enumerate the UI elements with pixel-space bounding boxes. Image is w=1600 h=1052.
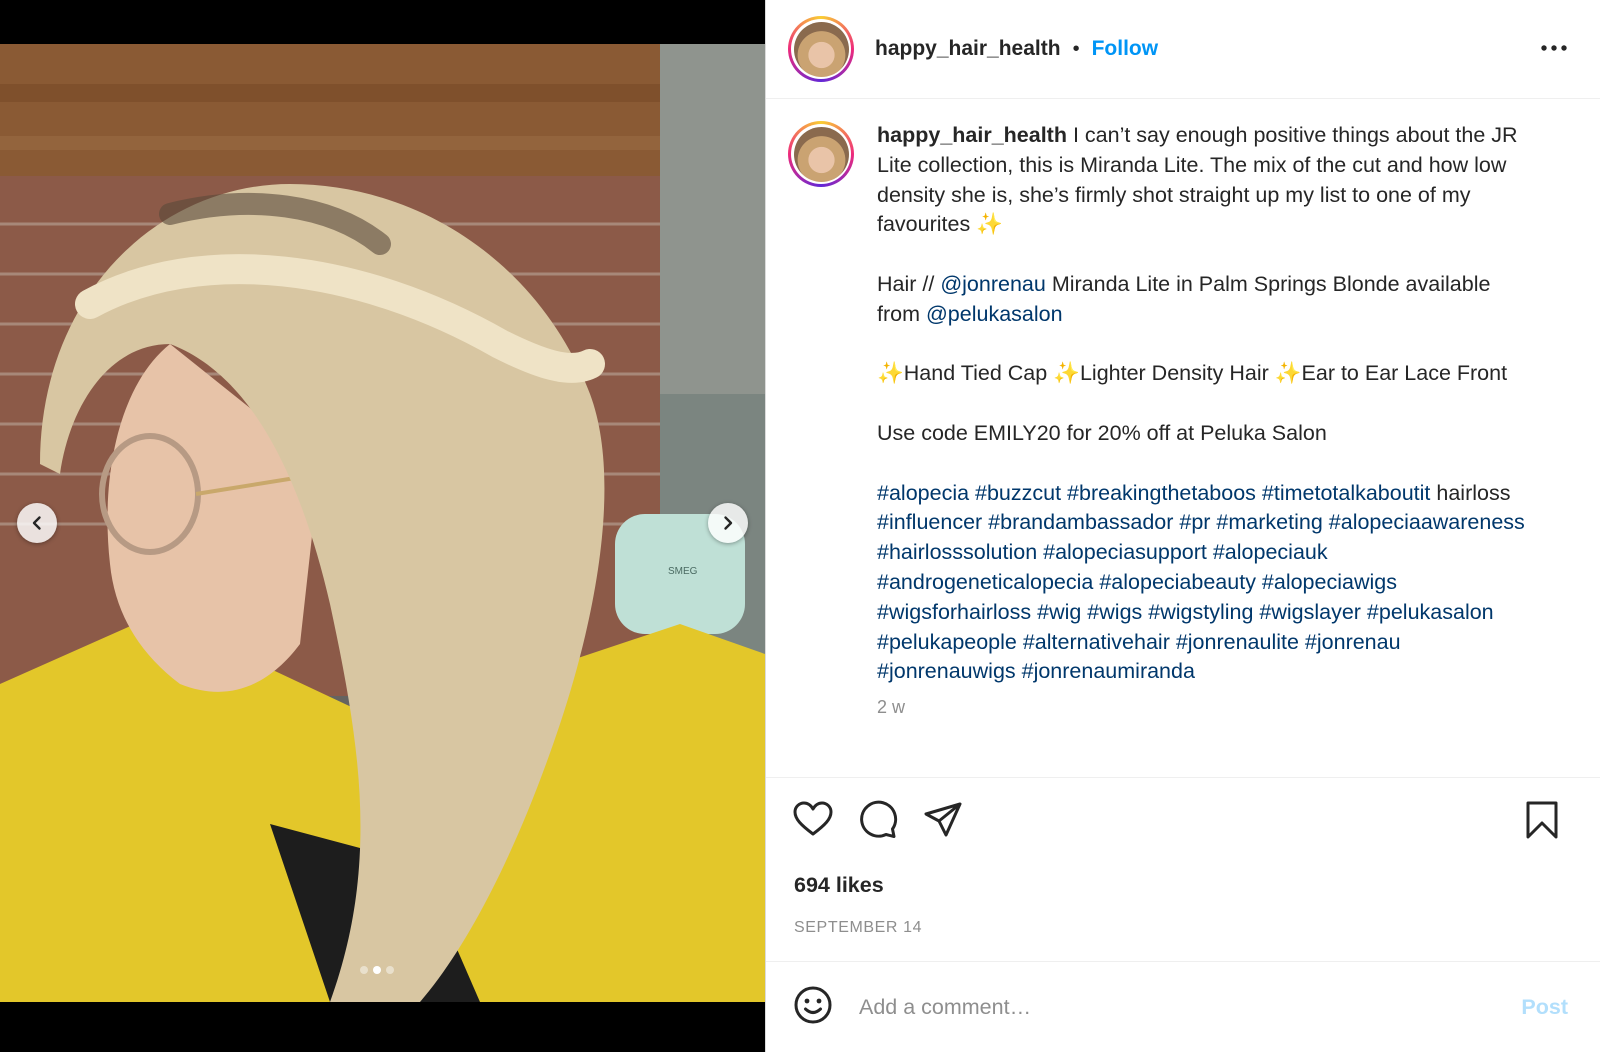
carousel-dot	[386, 966, 394, 974]
post-actions: 694 likes SEPTEMBER 14	[766, 777, 1600, 960]
post-date[interactable]: SEPTEMBER 14	[794, 919, 922, 937]
mention-link[interactable]: @jonrenau	[940, 272, 1046, 296]
carousel-dot	[360, 966, 368, 974]
mention-link[interactable]: @pelukasalon	[926, 302, 1063, 326]
like-button[interactable]	[793, 800, 833, 845]
avatar	[793, 126, 849, 182]
post-media: SMEG	[0, 0, 765, 1052]
share-button[interactable]	[923, 800, 963, 845]
story-ring[interactable]	[788, 16, 854, 82]
sparkle-emoji: ✨	[1053, 361, 1080, 386]
appliance-label: SMEG	[668, 566, 698, 577]
post-photo[interactable]: SMEG	[0, 44, 765, 1002]
carousel-indicator	[360, 966, 394, 974]
caption-section: happy_hair_health I can’t say enough pos…	[766, 99, 1600, 776]
header-username[interactable]: happy_hair_health	[875, 37, 1061, 61]
sparkle-emoji: ✨	[976, 212, 1003, 237]
caption-avatar-ring[interactable]	[788, 121, 854, 187]
comment-icon	[860, 800, 898, 838]
bookmark-icon	[1526, 801, 1558, 839]
caption-paragraph: ✨Hand Tied Cap ✨Lighter Density Hair ✨Ea…	[877, 361, 1508, 386]
more-options-icon	[1541, 45, 1567, 51]
photo-illustration: SMEG	[0, 44, 765, 1002]
save-button[interactable]	[1523, 800, 1561, 845]
mantel-beam	[0, 44, 705, 176]
action-icons	[793, 800, 1600, 840]
post-panel: happy_hair_health • Follow happy_hair_he…	[765, 0, 1600, 1052]
comment-input[interactable]	[859, 994, 1522, 1020]
carousel-dot-active	[373, 966, 381, 974]
chevron-left-icon	[32, 516, 41, 530]
sparkle-emoji: ✨	[877, 361, 904, 386]
hashtag-links[interactable]: #influencer #brandambassador #pr #market…	[877, 510, 1323, 534]
hashtag-links[interactable]: #alopeciaawareness #hairlosssolution #al…	[877, 510, 1525, 683]
hashtag-links[interactable]: #alopecia #buzzcut #breakingthetaboos #t…	[877, 481, 1430, 505]
smiley-icon	[794, 986, 832, 1023]
hashtags: #alopecia #buzzcut #breakingthetaboos #t…	[877, 480, 1525, 684]
heart-icon	[793, 801, 833, 836]
comment-bar: Post	[766, 961, 1600, 1052]
caption-username[interactable]: happy_hair_health	[877, 123, 1067, 147]
caption-paragraph: Hair // @jonrenau Miranda Lite in Palm S…	[877, 271, 1491, 326]
chevron-right-icon	[724, 516, 733, 530]
follow-button[interactable]: Follow	[1092, 37, 1159, 61]
previous-photo-button[interactable]	[17, 503, 57, 543]
separator-dot: •	[1072, 37, 1080, 60]
post-comment-button[interactable]: Post	[1521, 995, 1568, 1020]
comment-button[interactable]	[858, 800, 898, 845]
emoji-button[interactable]	[793, 985, 833, 1030]
next-photo-button[interactable]	[708, 503, 748, 543]
paper-plane-icon	[924, 802, 962, 837]
avatar	[793, 21, 849, 77]
cabinet	[660, 44, 765, 394]
likes-count[interactable]: 694 likes	[794, 873, 884, 898]
caption-text: happy_hair_health I can’t say enough pos…	[877, 121, 1537, 776]
relative-time[interactable]: 2 w	[877, 693, 1537, 723]
post-header: happy_hair_health • Follow	[766, 0, 1600, 99]
sparkle-emoji: ✨	[1274, 361, 1302, 386]
more-options-button[interactable]	[1540, 34, 1568, 67]
caption-paragraph: happy_hair_health I can’t say enough pos…	[877, 123, 1518, 237]
caption-paragraph: Use code EMILY20 for 20% off at Peluka S…	[877, 420, 1327, 445]
